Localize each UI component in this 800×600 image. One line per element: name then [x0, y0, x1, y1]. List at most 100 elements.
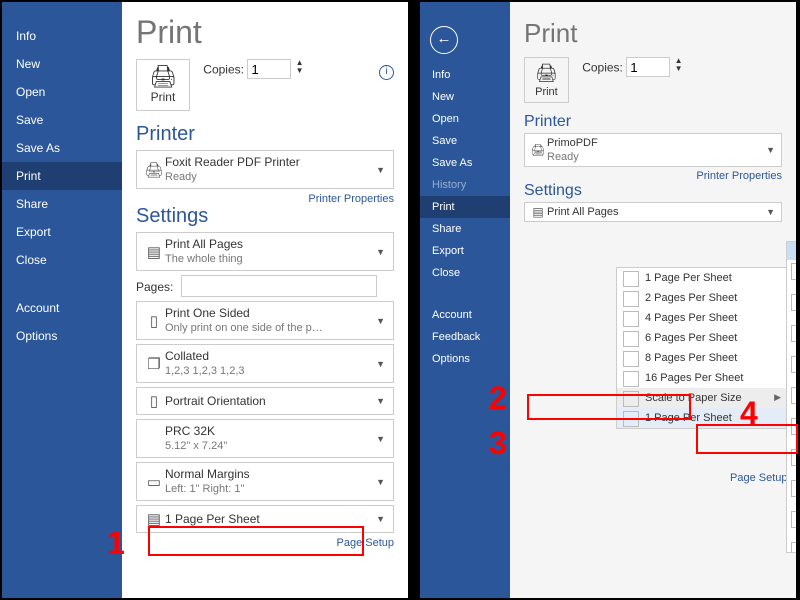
sidebar-item-open[interactable]: Open — [2, 78, 122, 106]
sidebar-item-print[interactable]: Print — [2, 162, 122, 190]
menu-item[interactable]: 1 Page Per Sheet — [617, 268, 787, 288]
print-button[interactable]: 🖨 Print — [136, 59, 190, 111]
chevron-down-icon: ▼ — [764, 207, 777, 217]
copies-group: Copies: ▲▼ — [203, 59, 303, 79]
print-pane: Print 🖨 Print Copies: ▲▼ Printer 🖨 Primo… — [510, 2, 796, 598]
pages-icon: ▤ — [143, 243, 165, 261]
setting-print-range[interactable]: ▤ Print All Pages ▼ — [524, 202, 782, 222]
printer-ready-icon: 🖨 — [143, 161, 165, 179]
sidebar-item-save[interactable]: Save — [420, 130, 510, 152]
printer-name: PrimoPDF — [547, 137, 598, 149]
sidebar-item-export[interactable]: Export — [420, 240, 510, 262]
menu-item[interactable]: 16 Pages Per Sheet — [617, 368, 787, 388]
paper-icon — [791, 449, 796, 466]
paper-size-item[interactable]: Legal215.87 mm x 355.56 mm — [787, 353, 796, 384]
back-button[interactable]: ← — [430, 26, 458, 54]
setting-sub: 5.12" x 7.24" — [165, 440, 227, 452]
setting-title: PRC 32K — [165, 424, 215, 438]
sidebar-item-info[interactable]: Info — [2, 22, 122, 50]
menu-item[interactable]: 8 Pages Per Sheet — [617, 348, 787, 368]
sidebar-item-new[interactable]: New — [2, 50, 122, 78]
setting-sub: Left: 1" Right: 1" — [165, 483, 244, 495]
printer-properties-link[interactable]: Printer Properties — [696, 170, 782, 182]
paper-size-item[interactable]: Screen165.1 mm x 131.5 mm — [787, 539, 796, 553]
paper-size-item[interactable]: 11 x 17279.4 mm x 431.8 mm — [787, 508, 796, 539]
sidebar-item-save-as[interactable]: Save As — [420, 152, 510, 174]
setting-icon: ▯ — [143, 312, 165, 330]
chevron-down-icon: ▼ — [374, 247, 387, 257]
printer-icon: 🖨 — [535, 62, 558, 84]
paper-size-item[interactable]: A5147.99 mm x 209.98 mm — [787, 477, 796, 508]
print-button[interactable]: 🖨 Print — [524, 57, 569, 103]
menu-item[interactable]: 4 Pages Per Sheet — [617, 308, 787, 328]
sheet-icon — [623, 271, 639, 287]
printer-name: Foxit Reader PDF Printer — [165, 155, 300, 169]
printer-selector[interactable]: 🖨 Foxit Reader PDF Printer Ready ▼ — [136, 150, 394, 189]
sidebar-item-save-as[interactable]: Save As — [2, 134, 122, 162]
sidebar-item-close[interactable]: Close — [2, 246, 122, 274]
paper-size-item[interactable]: A3296.97 mm x 419.95 mm — [787, 415, 796, 446]
menu-item[interactable]: Scale to Paper Size▶ — [617, 388, 787, 408]
settings-heading: Settings — [136, 205, 394, 228]
paper-icon — [791, 325, 796, 342]
pages-input[interactable] — [181, 275, 377, 297]
sidebar-item-account[interactable]: Account — [420, 304, 510, 326]
chevron-down-icon: ▼ — [374, 434, 387, 444]
sidebar-item-close[interactable]: Close — [420, 262, 510, 284]
page-title: Print — [136, 14, 394, 51]
pages-label: Pages: — [136, 280, 178, 294]
sidebar-item-share[interactable]: Share — [420, 218, 510, 240]
paper-size-item[interactable]: Letter215.87 mm x 279.37 mm — [787, 260, 796, 291]
print-pane: Print 🖨 Print Copies: ▲▼ i Printer 🖨 Fox… — [122, 2, 408, 598]
sidebar-item-save[interactable]: Save — [2, 106, 122, 134]
setting-row[interactable]: ▭Normal MarginsLeft: 1" Right: 1"▼ — [136, 462, 394, 501]
page-setup-link[interactable]: Page Setup — [730, 472, 788, 484]
sidebar-item-open[interactable]: Open — [420, 108, 510, 130]
copies-spinner[interactable]: ▲▼ — [296, 59, 304, 75]
setting-print-range[interactable]: ▤ Print All Pages The whole thing ▼ — [136, 232, 394, 271]
chevron-down-icon: ▼ — [374, 396, 387, 406]
setting-title: Print All Pages — [165, 237, 243, 251]
paper-size-item[interactable]: Ledger431.75 mm x 279.37 mm — [787, 322, 796, 353]
copies-spinner[interactable]: ▲▼ — [675, 57, 683, 73]
sidebar-item-new[interactable]: New — [420, 86, 510, 108]
printer-status: Ready — [547, 151, 579, 163]
setting-row[interactable]: ▯Print One Sided Only print on one side o… — [136, 301, 394, 340]
sidebar-item-options[interactable]: Options — [420, 348, 510, 370]
setting-row[interactable]: ▤1 Page Per Sheet▼ — [136, 505, 394, 533]
info-icon[interactable]: i — [379, 65, 394, 80]
copies-input[interactable] — [247, 59, 291, 79]
sheet-icon — [623, 391, 639, 407]
setting-title: Print One Sided — [165, 306, 250, 320]
printer-properties-link[interactable]: Printer Properties — [308, 193, 394, 205]
sidebar-item-account[interactable]: Account — [2, 294, 122, 322]
paper-icon — [791, 356, 796, 373]
menu-item[interactable]: 2 Pages Per Sheet — [617, 288, 787, 308]
copies-group: Copies: ▲▼ — [582, 57, 682, 77]
chevron-down-icon: ▼ — [374, 514, 387, 524]
setting-row[interactable]: ❐Collated1,2,3 1,2,3 1,2,3▼ — [136, 344, 394, 383]
paper-size-item[interactable]: A4209.98 mm x 296.97 mm — [787, 446, 796, 477]
paper-size-item[interactable]: Executive184.13 mm x 266.67 mm — [787, 384, 796, 415]
menu-item[interactable]: 1 Page Per Sheet — [617, 408, 787, 428]
copies-label: Copies: — [203, 63, 244, 77]
setting-row[interactable]: ▯Portrait Orientation▼ — [136, 387, 394, 415]
page-setup-link[interactable]: Page Setup — [337, 537, 395, 549]
print-button-label: Print — [535, 86, 558, 98]
sidebar-item-export[interactable]: Export — [2, 218, 122, 246]
sidebar-item-info[interactable]: Info — [420, 64, 510, 86]
printer-selector[interactable]: 🖨 PrimoPDF Ready ▼ — [524, 133, 782, 167]
menu-item[interactable]: 6 Pages Per Sheet — [617, 328, 787, 348]
paper-size-item[interactable]: Tabloid279.37 mm x 431.75 mm — [787, 291, 796, 322]
paper-size-item[interactable]: No Scaling — [787, 242, 796, 260]
setting-sub: Only print on one side of the p… — [165, 322, 323, 334]
setting-row[interactable]: PRC 32K 5.12" x 7.24" ▼ — [136, 419, 394, 458]
sidebar-item-share[interactable]: Share — [2, 190, 122, 218]
printer-icon: 🖨 — [149, 66, 177, 88]
sidebar-item-feedback[interactable]: Feedback — [420, 326, 510, 348]
sidebar-item-options[interactable]: Options — [2, 322, 122, 350]
print-button-label: Print — [149, 90, 177, 104]
sidebar-item-history[interactable]: History — [420, 174, 510, 196]
copies-input[interactable] — [626, 57, 670, 77]
sidebar-item-print[interactable]: Print — [420, 196, 510, 218]
